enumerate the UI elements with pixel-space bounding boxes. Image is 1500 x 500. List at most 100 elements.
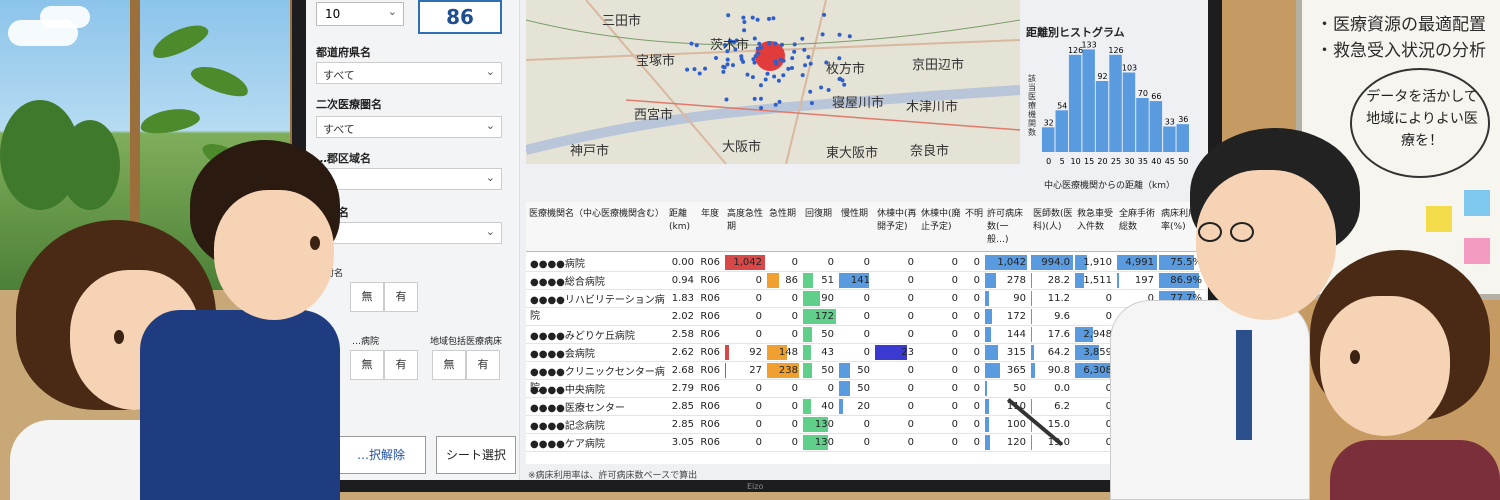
- municipality-select[interactable]: ⌄: [316, 222, 502, 244]
- facility-marker[interactable]: [838, 76, 842, 81]
- facility-marker[interactable]: [752, 36, 757, 41]
- facility-marker[interactable]: [847, 34, 852, 39]
- toggle-no[interactable]: 無: [350, 350, 384, 380]
- facility-marker[interactable]: [750, 15, 755, 20]
- facility-marker[interactable]: [771, 16, 776, 21]
- facility-marker[interactable]: [772, 74, 777, 79]
- facility-marker[interactable]: [820, 32, 825, 37]
- column-header[interactable]: 回復期: [805, 208, 837, 221]
- toggle-yes[interactable]: 有: [384, 350, 418, 380]
- table-row[interactable]: 2.02R060017200001729.60099.6%: [526, 308, 1206, 326]
- facility-marker[interactable]: [757, 41, 762, 46]
- facility-marker[interactable]: [837, 32, 842, 37]
- facility-marker[interactable]: [742, 20, 747, 24]
- column-header[interactable]: 高度急性期: [727, 208, 765, 234]
- facility-marker[interactable]: [781, 73, 786, 78]
- column-header[interactable]: 急性期: [769, 208, 801, 221]
- column-header[interactable]: 休棟中(廃止予定): [921, 208, 961, 234]
- column-header[interactable]: 休棟中(再開予定): [877, 208, 917, 234]
- facility-marker[interactable]: [742, 28, 747, 33]
- facility-marker[interactable]: [725, 57, 730, 62]
- facility-marker[interactable]: [731, 63, 735, 68]
- column-header[interactable]: 許可病床数(一般…): [987, 208, 1029, 247]
- column-header[interactable]: 不明: [965, 208, 983, 221]
- facility-marker[interactable]: [724, 97, 729, 102]
- toggle-yes[interactable]: 有: [466, 350, 500, 380]
- facility-marker[interactable]: [753, 54, 758, 59]
- histogram-bar[interactable]: [1095, 81, 1109, 152]
- facility-marker[interactable]: [777, 99, 782, 104]
- column-header[interactable]: 距離(km): [669, 208, 697, 234]
- facility-marker[interactable]: [685, 67, 690, 72]
- facility-marker[interactable]: [819, 85, 824, 90]
- facility-marker[interactable]: [792, 49, 797, 54]
- facility-marker[interactable]: [721, 69, 726, 74]
- histogram-bar[interactable]: [1176, 124, 1190, 152]
- facility-marker[interactable]: [776, 78, 781, 83]
- facility-marker[interactable]: [755, 17, 760, 22]
- facility-marker[interactable]: [809, 101, 814, 106]
- histogram-bar[interactable]: [1136, 98, 1149, 152]
- column-header[interactable]: 医師数(医科)(人): [1033, 208, 1073, 234]
- facility-marker[interactable]: [808, 89, 813, 94]
- toggle-no[interactable]: 無: [432, 350, 466, 380]
- table-row[interactable]: ●●●●リハビリテーション病院 1.83 R06 0 0 90 0 0 0 0 90 11.2 0 0 77…: [526, 290, 1206, 322]
- facility-marker[interactable]: [822, 12, 827, 17]
- facility-marker[interactable]: [726, 13, 731, 18]
- facility-marker[interactable]: [773, 59, 778, 64]
- facility-marker[interactable]: [752, 60, 757, 65]
- facility-marker[interactable]: [802, 47, 807, 52]
- table-row[interactable]: ●●●●総合病院 0.94 R06 0 86 51 141 0 0 0 278 28.2 1,511 19…: [526, 272, 1206, 290]
- facility-marker[interactable]: [786, 66, 791, 71]
- table-row[interactable]: ●●●●記念病院2.85R0600130000010015.00095.3%: [526, 416, 1206, 434]
- medical-area-select[interactable]: すべて ⌄: [316, 116, 502, 138]
- histogram-bar[interactable]: [1163, 126, 1176, 153]
- facility-marker[interactable]: [781, 58, 786, 63]
- facility-marker[interactable]: [759, 96, 763, 101]
- facility-marker[interactable]: [826, 88, 831, 92]
- facility-marker[interactable]: [767, 41, 772, 46]
- facility-marker[interactable]: [842, 82, 847, 87]
- facility-marker[interactable]: [767, 16, 771, 21]
- facility-marker[interactable]: [773, 102, 778, 107]
- facility-marker[interactable]: [792, 42, 797, 47]
- histogram-bar[interactable]: [1122, 72, 1136, 153]
- facility-marker[interactable]: [741, 15, 746, 20]
- toggle-yes[interactable]: 有: [384, 282, 418, 312]
- table-row[interactable]: ●●●●病院 0.00 R06 1,042 0 0 0 0 0 0 1,042 994.0 1,910 4…: [526, 254, 1206, 272]
- facility-marker[interactable]: [750, 75, 755, 80]
- column-header[interactable]: 年度: [701, 208, 723, 221]
- facility-marker[interactable]: [722, 65, 727, 70]
- facility-marker[interactable]: [745, 72, 750, 77]
- facility-marker[interactable]: [800, 73, 805, 78]
- facility-marker[interactable]: [692, 67, 697, 72]
- facility-marker[interactable]: [725, 62, 730, 67]
- column-header[interactable]: 慢性期: [841, 208, 873, 221]
- facility-marker[interactable]: [790, 56, 795, 61]
- table-row[interactable]: ●●●●ケア病院3.05R0600130000012019.00067.0%: [526, 434, 1206, 452]
- facility-marker[interactable]: [739, 57, 744, 62]
- histogram-bar[interactable]: [1055, 110, 1069, 152]
- histogram-bar[interactable]: [1068, 54, 1082, 152]
- facility-marker[interactable]: [773, 41, 778, 46]
- column-header[interactable]: 救急車受入件数: [1077, 208, 1115, 234]
- column-header[interactable]: 医療機関名（中心医療機関含む）: [529, 208, 665, 221]
- clear-selection-button[interactable]: …択解除: [336, 436, 426, 474]
- histogram-bar[interactable]: [1149, 101, 1163, 152]
- facility-marker[interactable]: [759, 106, 764, 110]
- facility-marker[interactable]: [759, 83, 763, 88]
- facility-marker[interactable]: [703, 66, 708, 71]
- facility-marker[interactable]: [694, 43, 699, 48]
- histogram-bar[interactable]: [1082, 49, 1095, 152]
- facility-marker[interactable]: [806, 55, 811, 59]
- facility-marker[interactable]: [689, 41, 694, 46]
- facility-marker[interactable]: [755, 46, 760, 51]
- facility-marker[interactable]: [763, 77, 768, 82]
- facility-marker[interactable]: [800, 36, 805, 41]
- table-row[interactable]: ●●●●みどりケ丘病院2.58R060050000014417.62,94829…: [526, 326, 1206, 344]
- count-select[interactable]: 10 ⌄: [316, 2, 404, 26]
- facility-marker[interactable]: [780, 42, 784, 47]
- histogram-bar[interactable]: [1042, 127, 1055, 152]
- column-header[interactable]: 全麻手術総数: [1119, 208, 1157, 234]
- facility-marker[interactable]: [752, 96, 757, 101]
